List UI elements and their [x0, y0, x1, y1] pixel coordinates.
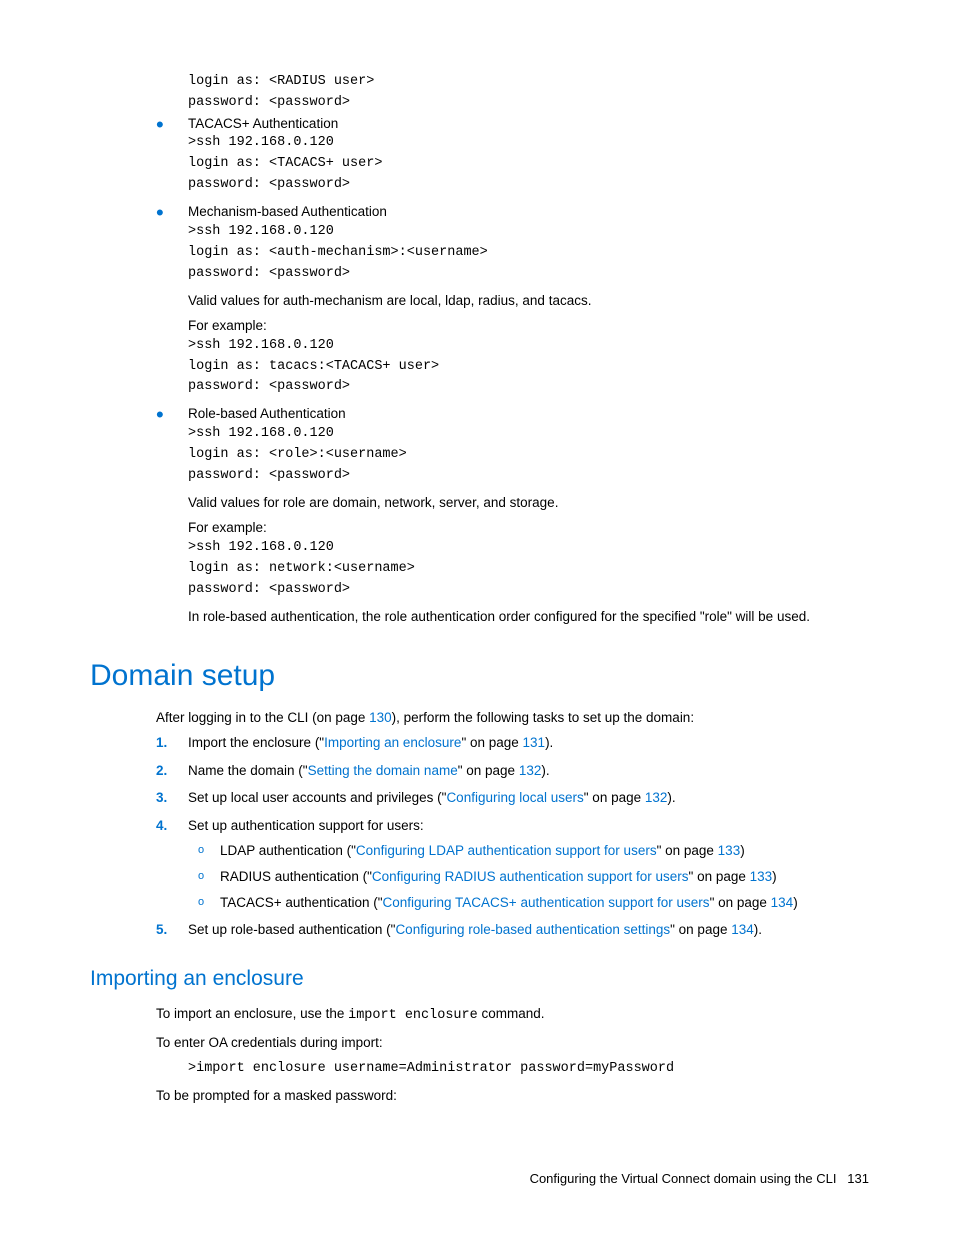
code-block: >ssh 192.168.0.120 login as: <role>:<use…: [188, 424, 869, 487]
t: " on page: [461, 735, 522, 750]
t: ): [740, 843, 745, 858]
heading-domain-setup: Domain setup: [90, 654, 869, 698]
t: command.: [478, 1006, 545, 1021]
t: Import the enclosure (": [188, 735, 324, 750]
enc-paragraph-3: To be prompted for a masked password:: [90, 1086, 869, 1106]
code-block: >ssh 192.168.0.120 login as: network:<us…: [188, 538, 869, 601]
bullet-tacacs: TACACS+ Authentication >ssh 192.168.0.12…: [188, 114, 869, 196]
auth-methods-list: TACACS+ Authentication >ssh 192.168.0.12…: [90, 114, 869, 626]
cross-ref-link[interactable]: Importing an enclosure: [324, 735, 461, 750]
example-label: For example:: [188, 518, 869, 538]
t: Set up local user accounts and privilege…: [188, 790, 446, 805]
bullet-role: Role-based Authentication >ssh 192.168.0…: [188, 404, 869, 626]
bullet-title: TACACS+ Authentication: [188, 114, 869, 134]
step-name-domain: Name the domain ("Setting the domain nam…: [188, 761, 869, 781]
cross-ref-link[interactable]: Setting the domain name: [308, 763, 458, 778]
enc-paragraph-2: To enter OA credentials during import:: [90, 1033, 869, 1053]
page-link[interactable]: 130: [369, 710, 392, 725]
t: ).: [667, 790, 675, 805]
t: " on page: [710, 895, 771, 910]
page-link[interactable]: 133: [750, 869, 773, 884]
footer-page-number: 131: [847, 1171, 869, 1186]
step-local-users: Set up local user accounts and privilege…: [188, 788, 869, 808]
page-link[interactable]: 133: [718, 843, 741, 858]
code-block: >ssh 192.168.0.120 login as: tacacs:<TAC…: [188, 336, 869, 399]
code-block: >ssh 192.168.0.120 login as: <TACACS+ us…: [188, 133, 869, 196]
inline-code: import enclosure: [348, 1008, 478, 1023]
t: " on page: [458, 763, 519, 778]
sub-tacacs: TACACS+ authentication ("Configuring TAC…: [220, 893, 869, 913]
page-link[interactable]: 132: [519, 763, 542, 778]
cross-ref-link[interactable]: Configuring role-based authentication se…: [395, 922, 670, 937]
page-link[interactable]: 131: [523, 735, 546, 750]
t: Set up authentication support for users:: [188, 818, 424, 833]
enc-code: >import enclosure username=Administrator…: [90, 1059, 869, 1080]
footer-text: Configuring the Virtual Connect domain u…: [530, 1171, 837, 1186]
paragraph: Valid values for auth-mechanism are loca…: [188, 291, 869, 311]
step-role-auth: Set up role-based authentication ("Confi…: [188, 920, 869, 940]
heading-importing-enclosure: Importing an enclosure: [90, 964, 869, 994]
t: " on page: [689, 869, 750, 884]
bullet-mechanism: Mechanism-based Authentication >ssh 192.…: [188, 202, 869, 398]
cross-ref-link[interactable]: Configuring TACACS+ authentication suppo…: [383, 895, 710, 910]
domain-intro: After logging in to the CLI (on page 130…: [90, 708, 869, 728]
auth-sublist: LDAP authentication ("Configuring LDAP a…: [188, 841, 869, 912]
text: ), perform the following tasks to set up…: [392, 710, 694, 725]
text: After logging in to the CLI (on page: [156, 710, 369, 725]
bullet-title: Mechanism-based Authentication: [188, 202, 869, 222]
t: To import an enclosure, use the: [156, 1006, 348, 1021]
sub-radius: RADIUS authentication ("Configuring RADI…: [220, 867, 869, 887]
t: ): [772, 869, 777, 884]
step-import-enclosure: Import the enclosure ("Importing an encl…: [188, 733, 869, 753]
sub-ldap: LDAP authentication ("Configuring LDAP a…: [220, 841, 869, 861]
example-label: For example:: [188, 316, 869, 336]
t: TACACS+ authentication (": [220, 895, 383, 910]
t: ).: [754, 922, 762, 937]
t: " on page: [584, 790, 645, 805]
t: ).: [545, 735, 553, 750]
domain-steps-list: Import the enclosure ("Importing an encl…: [90, 733, 869, 940]
t: " on page: [670, 922, 731, 937]
page-link[interactable]: 134: [771, 895, 794, 910]
t: RADIUS authentication (": [220, 869, 372, 884]
paragraph: Valid values for role are domain, networ…: [188, 493, 869, 513]
code-block: >ssh 192.168.0.120 login as: <auth-mecha…: [188, 222, 869, 285]
cross-ref-link[interactable]: Configuring RADIUS authentication suppor…: [372, 869, 689, 884]
page-link[interactable]: 134: [731, 922, 754, 937]
bullet-title: Role-based Authentication: [188, 404, 869, 424]
paragraph: In role-based authentication, the role a…: [188, 607, 869, 627]
page-link[interactable]: 132: [645, 790, 668, 805]
t: ): [793, 895, 798, 910]
t: " on page: [657, 843, 718, 858]
t: LDAP authentication (": [220, 843, 356, 858]
cross-ref-link[interactable]: Configuring local users: [446, 790, 583, 805]
t: Set up role-based authentication (": [188, 922, 395, 937]
t: Name the domain (": [188, 763, 308, 778]
t: ).: [541, 763, 549, 778]
cross-ref-link[interactable]: Configuring LDAP authentication support …: [356, 843, 657, 858]
code-radius-continued: login as: <RADIUS user> password: <passw…: [90, 72, 869, 114]
enc-paragraph-1: To import an enclosure, use the import e…: [90, 1004, 869, 1027]
step-auth-support: Set up authentication support for users:…: [188, 816, 869, 912]
page-footer: Configuring the Virtual Connect domain u…: [530, 1170, 869, 1189]
